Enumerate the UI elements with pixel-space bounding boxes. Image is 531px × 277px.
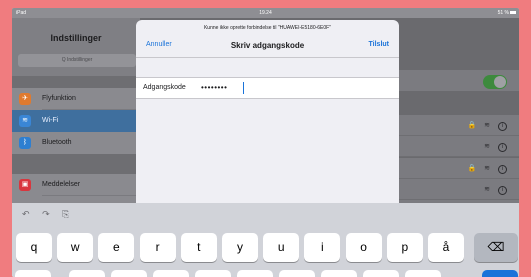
key-r[interactable]: r [139,233,176,262]
key-u[interactable]: u [263,233,300,262]
lock-icon: 🔒 [467,122,480,129]
ipad-screen: iPad 19.24 51 % Indstillinger Q Indstill… [12,8,519,277]
battery-icon [510,11,516,14]
dialog-title: Skriv adgangskode [230,41,305,50]
wifi-signal-icon: ≋ [484,186,494,193]
wifi-icon: ≋ [19,115,31,127]
wifi-signal-icon: ≋ [484,165,494,172]
on-screen-keyboard: ↶ ↷ ⎘ qwertyuiopå ⌫ [12,203,519,277]
sidebar-item-bluetooth[interactable]: ᛒ Bluetooth [12,132,140,154]
password-field[interactable]: Adgangskode •••••••• [136,77,399,99]
sidebar-item-label: Bluetooth [42,139,72,146]
sidebar-item-airplane[interactable]: ✈ Flyfunktion [12,88,140,110]
clock: 19.24 [259,10,272,16]
redo-icon[interactable]: ↷ [42,209,50,219]
divider [136,57,399,58]
return-key[interactable] [482,270,518,277]
sidebar-spacer [12,76,140,88]
sidebar-item-label: Meddelelser [42,181,81,188]
info-icon[interactable]: i [498,143,507,152]
key-q[interactable]: q [16,233,52,262]
undo-icon[interactable]: ↶ [22,209,30,219]
sidebar-spacer [12,154,140,174]
keyboard-key[interactable] [279,270,315,277]
keyboard-key[interactable] [195,270,231,277]
text-cursor [243,82,244,94]
dialog-prompt: Kunne ikke oprette forbindelse til "HUAW… [203,25,332,31]
sidebar-item-label: Wi-Fi [42,117,59,124]
info-icon[interactable]: i [498,186,507,195]
settings-sidebar: Indstillinger Q Indstillinger ✈ Flyfunkt… [12,18,140,218]
bluetooth-icon: ᛒ [19,137,31,149]
sidebar-item-label: Flyfunktion [42,95,76,102]
keyboard-key[interactable] [321,270,357,277]
key-å[interactable]: å [428,233,464,262]
join-button[interactable]: Tilslut [369,41,389,48]
password-dialog: Kunne ikke oprette forbindelse til "HUAW… [136,20,399,210]
paste-icon[interactable]: ⎘ [62,209,69,219]
airplane-icon: ✈ [19,93,31,105]
password-value[interactable]: •••••••• [201,83,227,92]
wifi-signal-icon: ≋ [484,143,494,150]
sidebar-title: Indstillinger [50,33,102,43]
keyboard-shortcuts: ↶ ↷ ⎘ [22,209,79,220]
wifi-toggle[interactable] [483,75,507,89]
key-o[interactable]: o [345,233,382,262]
keyboard-key[interactable] [69,270,105,277]
keyboard-key[interactable] [363,270,399,277]
info-icon[interactable]: i [498,122,507,131]
status-bar: iPad 19.24 51 % [12,8,519,18]
info-icon[interactable]: i [498,165,507,174]
wifi-signal-icon: ≋ [484,122,494,129]
sidebar-search-input[interactable]: Q Indstillinger [18,54,136,67]
key-w[interactable]: w [57,233,94,262]
password-label: Adgangskode [143,84,186,91]
key-e[interactable]: e [98,233,135,262]
key-y[interactable]: y [222,233,258,262]
key-i[interactable]: i [304,233,341,262]
notifications-icon: ▣ [19,179,31,191]
delete-key[interactable]: ⌫ [474,233,518,262]
keyboard-key[interactable] [15,270,51,277]
sidebar-item-notifications[interactable]: ▣ Meddelelser [12,174,140,196]
lock-icon: 🔒 [467,165,480,172]
keyboard-key[interactable] [153,270,189,277]
sidebar-item-wifi[interactable]: ≋ Wi-Fi [12,110,140,132]
keyboard-key[interactable] [405,270,441,277]
key-p[interactable]: p [386,233,423,262]
keyboard-key[interactable] [111,270,147,277]
keyboard-key[interactable] [237,270,273,277]
key-t[interactable]: t [180,233,217,262]
battery-percent: 51 % [497,10,509,16]
